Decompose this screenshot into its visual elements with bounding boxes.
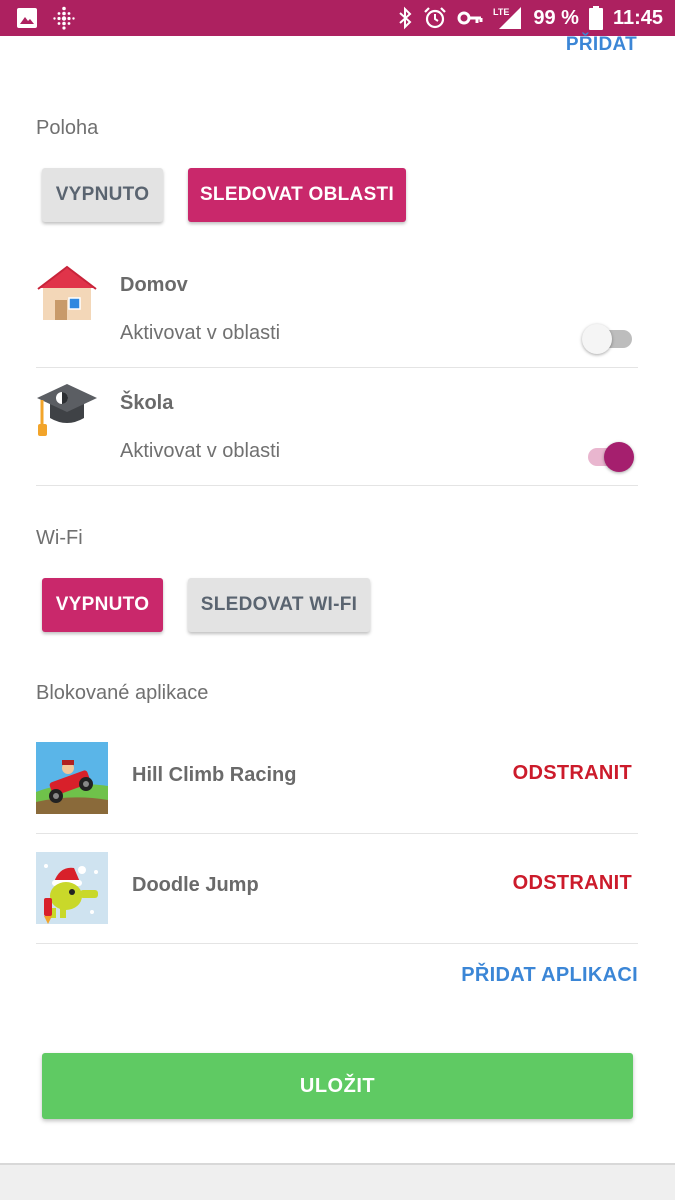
zone-row-school: Škola Aktivovat v oblasti [36,368,638,486]
clock-time: 11:45 [612,6,663,29]
remove-app-button[interactable]: ODSTRANIT [513,872,632,895]
save-button[interactable]: ULOŽIT [42,1053,633,1119]
hill-climb-racing-icon [36,742,108,814]
wifi-section-label: Wi-Fi [36,527,83,549]
alarm-icon [423,6,447,30]
zone-row-home: Domov Aktivovat v oblasti [36,250,638,368]
zone-school-toggle[interactable] [586,438,634,474]
battery-icon [588,6,603,30]
toggle-knob [604,442,634,472]
status-bar: LTE 99 % 11:45 [0,0,675,36]
add-zone-link[interactable]: PŘIDAT [566,34,637,56]
svg-text:LTE: LTE [493,7,509,17]
bottom-bar [0,1163,675,1200]
toggle-knob [582,324,612,354]
zone-activate-label: Aktivovat v oblasti [120,322,281,344]
app-name: Hill Climb Racing [132,764,297,786]
doodle-jump-icon [36,852,108,924]
lte-signal-icon: LTE [493,5,523,31]
location-track-zones-button[interactable]: SLEDOVAT OBLASTI [188,168,406,222]
zone-name: Domov [120,274,188,296]
zone-home-toggle[interactable] [582,320,634,356]
fitbit-icon [52,6,76,30]
add-app-link[interactable]: PŘIDAT APLIKACI [461,964,638,987]
blocked-app-row: Doodle Jump ODSTRANIT [36,834,638,944]
remove-app-button[interactable]: ODSTRANIT [513,762,632,785]
blocked-apps-section-label: Blokované aplikace [36,682,209,704]
graduation-cap-icon [36,376,98,438]
wifi-track-button[interactable]: SLEDOVAT WI-FI [188,578,370,632]
blocked-app-row: Hill Climb Racing ODSTRANIT [36,724,638,834]
zone-activate-label: Aktivovat v oblasti [120,440,281,462]
location-off-button[interactable]: VYPNUTO [42,168,163,222]
status-bar-right: LTE 99 % 11:45 [397,0,663,36]
battery-percent: 99 % [533,6,579,29]
zone-name: Škola [120,392,174,414]
wifi-off-button[interactable]: VYPNUTO [42,578,163,632]
app-name: Doodle Jump [132,874,259,896]
house-icon [36,258,98,328]
location-section-label: Poloha [36,117,99,139]
image-icon [16,7,38,29]
bluetooth-icon [397,6,413,30]
status-bar-left [16,6,76,30]
vpn-key-icon [457,9,483,27]
